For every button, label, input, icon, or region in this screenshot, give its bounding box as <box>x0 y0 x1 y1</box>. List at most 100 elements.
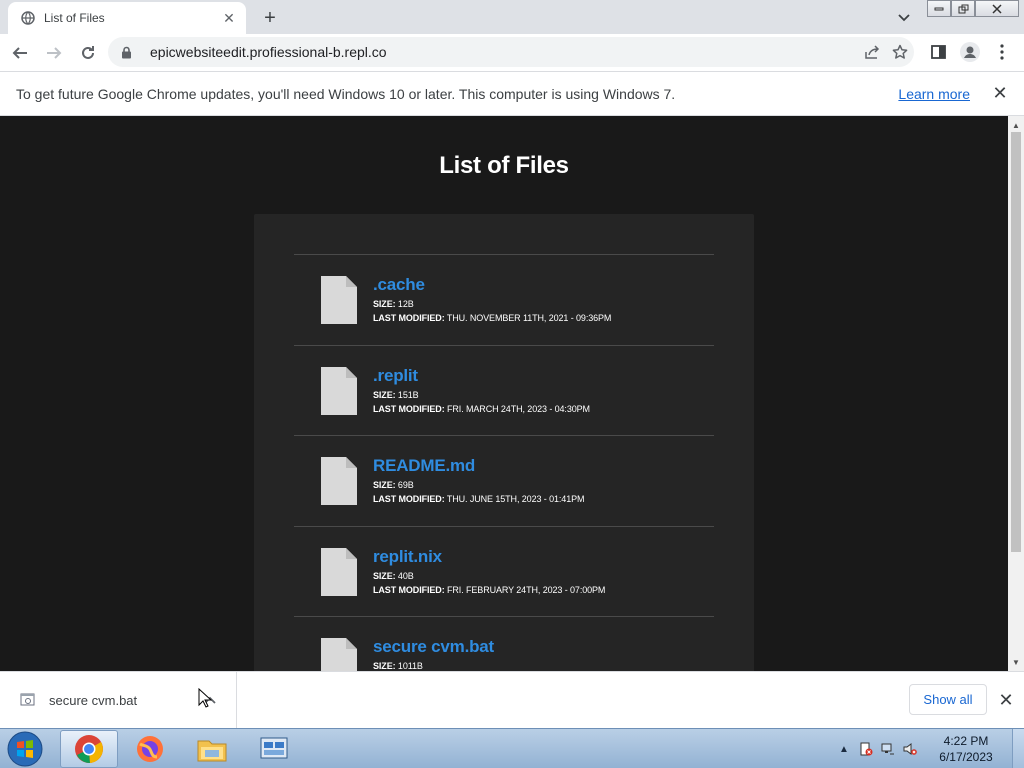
mouse-cursor <box>198 688 212 708</box>
file-last-modified: LAST MODIFIED: FRI. FEBRUARY 24TH, 2023 … <box>373 585 605 595</box>
share-icon[interactable] <box>858 38 886 66</box>
page-viewport: List of Files .cache SIZE: 12B LAST MODIFI… <box>0 116 1008 671</box>
file-size: SIZE: 40B <box>373 571 414 581</box>
file-row: secure cvm.bat SIZE: 1011B <box>294 617 714 671</box>
file-size-label: SIZE: <box>373 389 396 400</box>
show-desktop-button[interactable] <box>1012 729 1024 768</box>
file-icon <box>321 547 357 596</box>
file-icon <box>321 276 357 324</box>
file-size-label: SIZE: <box>373 299 396 309</box>
file-modified-value: FRI. MARCH 24TH, 2023 - 04:30PM <box>447 403 590 414</box>
minimize-icon[interactable] <box>927 0 951 17</box>
windows-start-button[interactable] <box>5 731 45 767</box>
file-size-label: SIZE: <box>373 570 396 581</box>
profile-avatar-icon[interactable] <box>956 38 984 66</box>
file-name-link[interactable]: .replit <box>373 366 418 386</box>
tab-strip: List of Files ✕ + <box>0 0 1024 34</box>
file-modified-label: LAST MODIFIED: <box>373 313 445 323</box>
file-size: SIZE: 151B <box>373 390 419 400</box>
tab-search-icon[interactable] <box>894 8 914 28</box>
file-last-modified: LAST MODIFIED: THU. JUNE 15TH, 2023 - 01… <box>373 494 585 504</box>
chrome-taskbar-icon[interactable] <box>60 730 118 768</box>
reload-icon[interactable] <box>74 39 102 67</box>
file-size-label: SIZE: <box>373 661 396 671</box>
lock-icon[interactable] <box>118 44 134 60</box>
file-size-value: 1011B <box>397 661 423 671</box>
file-row: .cache SIZE: 12B LAST MODIFIED: THU. NOVEM… <box>294 255 714 346</box>
browser-tab[interactable]: List of Files ✕ <box>8 2 246 34</box>
bookmark-star-icon[interactable] <box>886 38 914 66</box>
scroll-up-arrow-icon[interactable]: ▲ <box>1008 118 1024 132</box>
file-size-label: SIZE: <box>373 480 396 490</box>
file-name-link[interactable]: .cache <box>373 275 425 295</box>
action-center-icon[interactable] <box>858 741 874 757</box>
tray-expand-icon[interactable]: ▲ <box>836 741 852 757</box>
update-infobar: To get future Google Chrome updates, you… <box>0 71 1024 116</box>
learn-more-link[interactable]: Learn more <box>898 86 970 102</box>
file-size-value: 69B <box>397 480 414 490</box>
volume-muted-icon[interactable] <box>902 741 918 757</box>
toolbar-right <box>920 38 1016 66</box>
firefox-taskbar-icon[interactable] <box>121 730 179 768</box>
back-arrow-icon[interactable] <box>6 39 34 67</box>
window-close-icon[interactable] <box>975 0 1019 17</box>
show-all-button[interactable]: Show all <box>909 684 987 715</box>
page-scrollbar[interactable]: ▲ ▼ <box>1008 116 1024 671</box>
file-size-value: 151B <box>397 389 419 400</box>
scroll-down-arrow-icon[interactable]: ▼ <box>1008 655 1024 669</box>
restore-icon[interactable] <box>951 0 975 17</box>
file-list: .cache SIZE: 12B LAST MODIFIED: THU. NOVEM… <box>294 254 714 671</box>
globe-icon <box>20 10 36 26</box>
file-size: SIZE: 1011B <box>373 661 423 671</box>
file-panel: .cache SIZE: 12B LAST MODIFIED: THU. NOVEM… <box>254 214 754 671</box>
control-panel-taskbar-icon[interactable] <box>245 730 303 768</box>
clock-date: 6/17/2023 <box>939 750 993 764</box>
file-modified-label: LAST MODIFIED: <box>373 403 445 414</box>
tab-close-icon[interactable]: ✕ <box>220 9 238 27</box>
file-size: SIZE: 69B <box>373 480 414 490</box>
file-row: README.md SIZE: 69B LAST MODIFIED: THU. JU… <box>294 436 714 527</box>
forward-arrow-icon[interactable] <box>40 39 68 67</box>
screen: List of Files ✕ + epicwebsiteedit.profie… <box>0 0 1024 768</box>
file-name-link[interactable]: replit.nix <box>373 547 442 567</box>
file-row: .replit SIZE: 151B LAST MODIFIED: FRI. MAR… <box>294 346 714 436</box>
url-text[interactable]: epicwebsiteedit.profiessional-b.repl.co <box>150 44 858 60</box>
download-bar: secure cvm.bat Show all ✕ <box>0 671 1024 728</box>
file-size-value: 40B <box>397 570 414 581</box>
menu-kebab-icon[interactable] <box>988 38 1016 66</box>
file-modified-label: LAST MODIFIED: <box>373 494 445 504</box>
file-modified-value: THU. JUNE 15TH, 2023 - 01:41PM <box>446 494 585 504</box>
batch-file-icon <box>20 692 36 708</box>
infobar-close-icon[interactable]: ✕ <box>988 82 1012 106</box>
file-modified-value: FRI. FEBRUARY 24TH, 2023 - 07:00PM <box>447 584 606 595</box>
tab-title: List of Files <box>44 11 105 25</box>
download-bar-close-icon[interactable]: ✕ <box>996 688 1016 712</box>
file-row: replit.nix SIZE: 40B LAST MODIFIED: FRI. F… <box>294 527 714 617</box>
infobar-message: To get future Google Chrome updates, you… <box>16 85 676 102</box>
browser-toolbar: epicwebsiteedit.profiessional-b.repl.co <box>0 34 1024 71</box>
taskbar-clock[interactable]: 4:22 PM 6/17/2023 <box>926 733 1006 765</box>
file-modified-value: THU. NOVEMBER 11TH, 2021 - 09:36PM <box>446 313 612 323</box>
scrollbar-thumb[interactable] <box>1011 132 1021 552</box>
file-name-link[interactable]: README.md <box>373 456 475 476</box>
file-last-modified: LAST MODIFIED: THU. NOVEMBER 11TH, 2021 … <box>373 313 611 323</box>
file-size: SIZE: 12B <box>373 299 414 309</box>
windows-taskbar: ▲ 4:22 PM 6/17/2023 <box>0 728 1024 768</box>
address-bar[interactable]: epicwebsiteedit.profiessional-b.repl.co <box>108 37 914 67</box>
file-name-link[interactable]: secure cvm.bat <box>373 637 494 657</box>
file-explorer-taskbar-icon[interactable] <box>183 730 241 768</box>
clock-time: 4:22 PM <box>943 734 989 748</box>
file-size-value: 12B <box>397 299 414 309</box>
file-icon <box>321 457 357 505</box>
file-icon <box>321 638 357 671</box>
side-panel-icon[interactable] <box>924 38 952 66</box>
window-controls <box>927 0 1019 18</box>
new-tab-icon[interactable]: + <box>258 6 282 30</box>
file-icon <box>321 366 357 415</box>
file-last-modified: LAST MODIFIED: FRI. MARCH 24TH, 2023 - 0… <box>373 404 590 414</box>
download-filename: secure cvm.bat <box>49 692 138 708</box>
network-icon[interactable] <box>880 741 896 757</box>
page-title: List of Files <box>439 152 569 179</box>
system-tray: ▲ 4:22 PM 6/17/2023 <box>830 729 1024 768</box>
file-modified-label: LAST MODIFIED: <box>373 584 445 595</box>
